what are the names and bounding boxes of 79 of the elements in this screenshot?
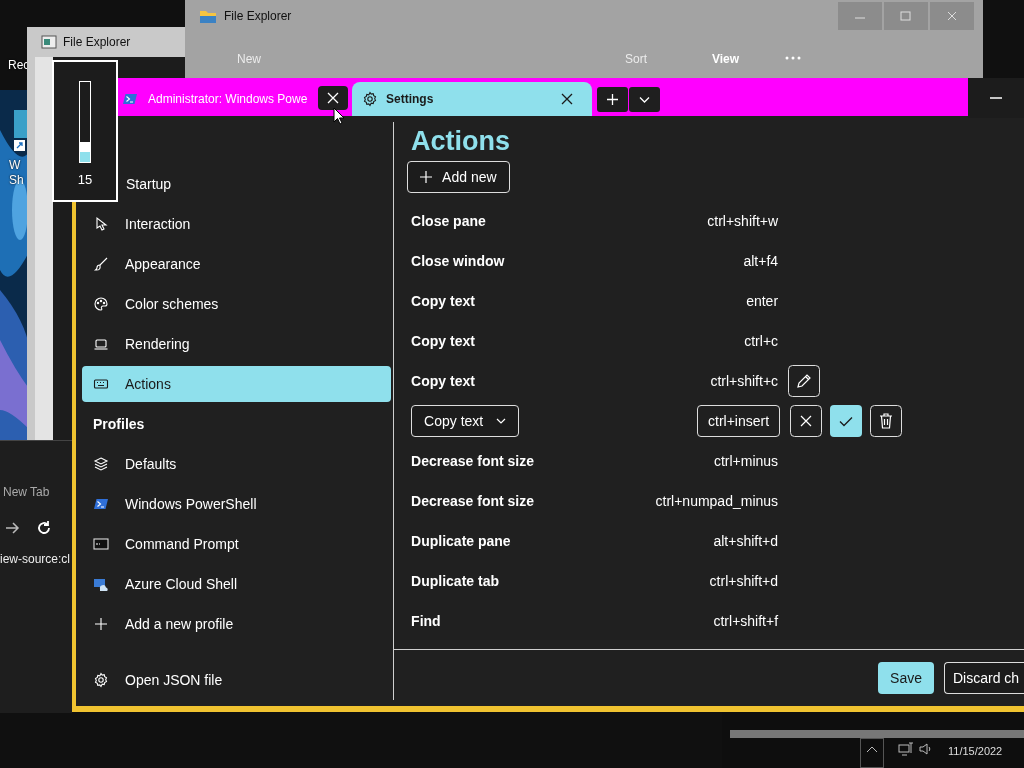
key-binding: ctrl+shift+w [706,213,779,229]
action-name: Close pane [411,213,487,229]
new-tab-button[interactable] [597,87,628,112]
browser-tab[interactable]: New Tab [3,485,50,499]
key-binding: ctrl+shift+c [709,373,779,389]
folder-icon [200,9,216,23]
network-icon[interactable] [898,741,914,757]
desktop-icon-label[interactable]: W [9,158,21,173]
accept-button[interactable] [830,405,863,437]
key-binding: ctrl+shift+f [712,613,779,629]
app-icon [41,34,57,50]
terminal-icon [93,536,109,552]
sidebar-item[interactable]: Open JSON file [82,662,392,698]
pointer-icon [93,216,109,232]
address-bar[interactable]: iew-source:cl [0,552,71,566]
window-title: File Explorer [63,35,131,49]
action-name: Copy text [411,373,476,389]
chevron-up-icon[interactable] [860,738,884,768]
dropdown-button[interactable] [629,87,660,112]
action-name: Decrease font size [411,493,536,509]
reload-icon[interactable] [36,520,52,536]
sidebar-item[interactable]: Add a new profile [82,606,392,642]
sidebar-item[interactable]: Azure Cloud Shell [82,566,392,602]
layers-icon [93,456,109,472]
key-binding: enter [745,293,779,309]
slider-thumb[interactable] [80,142,90,152]
action-name: Find [411,613,442,629]
delete-button[interactable] [870,405,903,437]
keys-field[interactable]: ctrl+insert [697,405,781,437]
edit-button[interactable] [788,365,821,397]
laptop-icon [93,336,109,352]
key-binding: ctrl+shift+d [708,573,779,589]
key-binding: ctrl+minus [712,453,779,469]
page-title: Actions [411,126,512,158]
sidebar-item[interactable]: Color schemes [82,286,392,322]
key-binding: ctrl+c [743,333,779,349]
powershell-icon [122,91,138,107]
desktop-icon-label[interactable]: Sh [9,173,24,188]
action-name: Copy text [411,293,476,309]
sidebar-item[interactable]: Rendering [82,326,392,362]
cursor-icon [333,107,345,125]
brush-icon [93,256,109,272]
add-new-button[interactable]: Add new [407,161,510,193]
action-name: Duplicate tab [411,573,500,589]
plus-icon [420,171,433,183]
sidebar-item[interactable]: Windows PowerShell [82,486,392,522]
volume-slider[interactable] [79,81,91,163]
action-name: Copy text [411,333,476,349]
forward-icon[interactable] [4,520,20,536]
discard-button[interactable]: Discard ch [944,662,1024,694]
keyboard-icon [93,376,109,392]
window-title: File Explorer [224,9,292,23]
key-binding: alt+shift+d [712,533,779,549]
key-binding: alt+f4 [742,253,779,269]
key-binding: ctrl+numpad_minus [654,493,779,509]
palette-icon [93,296,109,312]
chevron-down-icon [496,418,507,424]
section-heading: Profiles [92,415,146,434]
settings-icon [93,672,109,688]
plus-icon [93,616,109,632]
sidebar-item[interactable]: Command Prompt [82,526,392,562]
action-name: Decrease font size [411,453,536,469]
sidebar-item[interactable]: Appearance [82,246,392,282]
action-name: Close window [411,253,506,269]
close-icon[interactable] [318,86,348,110]
save-button[interactable]: Save [878,662,934,694]
date-text[interactable]: 11/15/2022 [948,745,1003,757]
sidebar-item[interactable]: Defaults [82,446,392,482]
command-dropdown[interactable]: Copy text [411,405,520,437]
cancel-button[interactable] [790,405,823,437]
volume-reading: 15 [76,172,94,187]
sidebar-item[interactable]: Actions [82,366,392,402]
settings-icon [362,91,378,107]
sidebar-item[interactable]: Interaction [82,206,392,242]
tab[interactable]: Settings [352,82,592,116]
action-name: Duplicate pane [411,533,512,549]
cloud-terminal-icon [93,576,109,592]
sidebar-item[interactable]: Startup [120,166,392,202]
powershell-icon [93,496,109,512]
